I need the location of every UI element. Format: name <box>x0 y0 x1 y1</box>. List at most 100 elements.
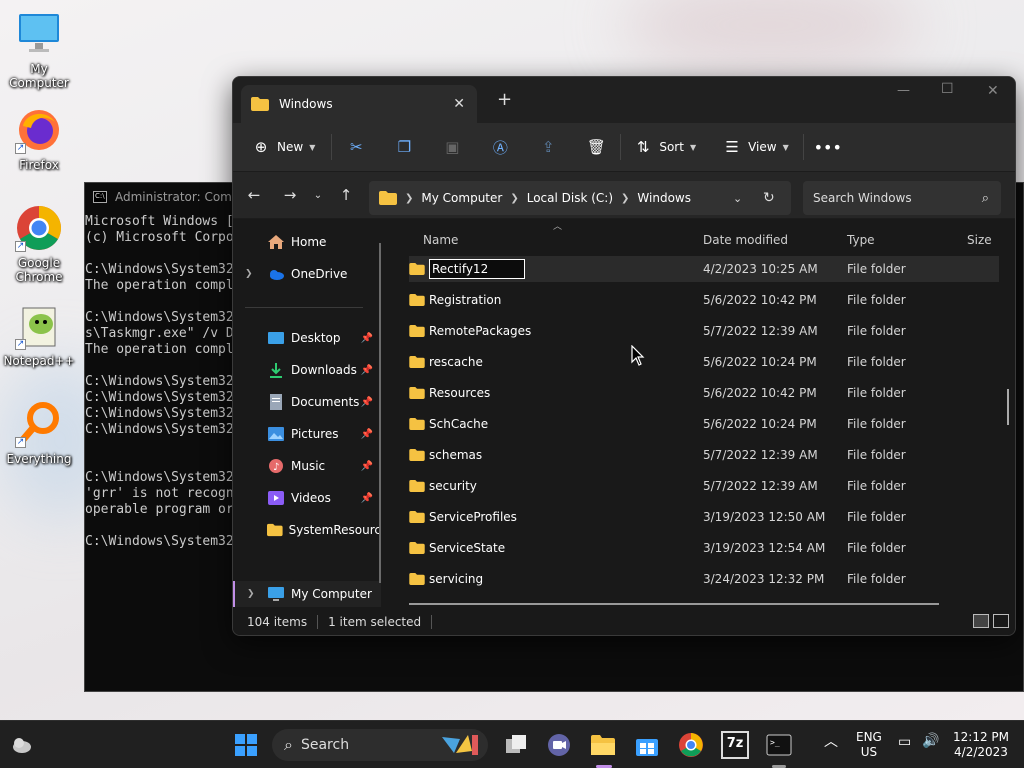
toolbar-divider <box>802 134 804 160</box>
delete-icon[interactable]: 🗑 <box>586 137 606 157</box>
address-dropdown-icon[interactable]: ⌄ <box>733 192 742 205</box>
tab-windows[interactable]: Windows ✕ <box>241 85 477 123</box>
table-row[interactable]: security 5/7/2022 12:39 AM File folder <box>409 473 999 499</box>
nav-item-home[interactable]: Home <box>233 229 381 255</box>
rename-icon[interactable]: Ⓐ <box>490 137 510 157</box>
desktop-icon-notepadpp[interactable]: ↗ Notepad++ <box>1 302 77 368</box>
taskbar-search[interactable]: ⌕ Search <box>272 729 488 761</box>
share-icon[interactable]: ⇪ <box>538 137 558 157</box>
table-row[interactable]: servicing 3/24/2023 12:32 PM File folder <box>409 566 999 592</box>
pin-icon[interactable]: 📌 <box>361 397 373 408</box>
explorer-body: Home ❯ OneDrive Desktop 📌 Downloads 📌 Do… <box>233 221 1015 609</box>
row-date: 3/24/2023 12:32 PM <box>703 572 825 586</box>
file-explorer-taskbar-icon[interactable] <box>589 731 617 759</box>
forward-arrow-icon[interactable]: → <box>275 186 305 204</box>
horizontal-scrollbar[interactable] <box>409 603 939 605</box>
pin-icon[interactable]: 📌 <box>361 333 373 344</box>
column-header-size[interactable]: Size <box>967 233 992 247</box>
clock[interactable]: 12:12 PM 4/2/2023 <box>952 730 1010 760</box>
recent-locations-chevron-icon[interactable]: ⌄ <box>305 190 331 201</box>
terminal-icon[interactable]: >_ <box>765 731 793 759</box>
nav-item-systemresources[interactable]: SystemResourc <box>233 517 381 543</box>
nav-item-desktop[interactable]: Desktop 📌 <box>233 325 381 351</box>
new-tab-icon[interactable]: + <box>497 89 512 110</box>
file-explorer-window[interactable]: Windows ✕ + — ☐ ✕ ⊕ New ▼ ✂ ❐ ▣ Ⓐ ⇪ 🗑 ⇅ … <box>232 76 1016 636</box>
nav-item-videos[interactable]: Videos 📌 <box>233 485 381 511</box>
new-button[interactable]: ⊕ New ▼ <box>251 137 316 157</box>
refresh-icon[interactable]: ↻ <box>763 190 775 206</box>
table-row[interactable]: Rectify12 4/2/2023 10:25 AM File folder <box>409 256 999 282</box>
row-type: File folder <box>847 355 906 369</box>
column-header-date[interactable]: Date modified <box>703 233 788 247</box>
breadcrumb-windows[interactable]: Windows <box>637 191 691 205</box>
table-row[interactable]: rescache 5/6/2022 10:24 PM File folder <box>409 349 999 375</box>
expand-chevron-icon[interactable]: ❯ <box>247 589 267 599</box>
pin-icon[interactable]: 📌 <box>361 429 373 440</box>
task-view-icon[interactable] <box>502 731 530 759</box>
nav-item-pictures[interactable]: Pictures 📌 <box>233 421 381 447</box>
folder-icon <box>409 294 425 306</box>
nav-item-music[interactable]: ♪ Music 📌 <box>233 453 381 479</box>
table-row[interactable]: ServiceState 3/19/2023 12:54 AM File fol… <box>409 535 999 561</box>
address-bar[interactable]: ❯ My Computer ❯ Local Disk (C:) ❯ Window… <box>369 181 791 215</box>
table-row[interactable]: Resources 5/6/2022 10:42 PM File folder <box>409 380 999 406</box>
back-arrow-icon[interactable]: ← <box>239 186 269 204</box>
column-header-type[interactable]: Type <box>847 233 875 247</box>
table-row[interactable]: Registration 5/6/2022 10:42 PM File fold… <box>409 287 999 313</box>
sort-icon: ⇅ <box>637 138 650 156</box>
volume-icon[interactable]: 🔊 <box>922 734 939 749</box>
sort-button[interactable]: ⇅ Sort ▼ <box>633 137 696 157</box>
store-icon[interactable] <box>633 731 661 759</box>
7zip-icon[interactable]: 7z <box>721 731 749 759</box>
rename-input[interactable]: Rectify12 <box>429 259 525 279</box>
paste-icon[interactable]: ▣ <box>442 137 462 157</box>
windows-start-icon[interactable] <box>232 731 260 759</box>
toolbar-divider <box>620 134 622 160</box>
pin-icon[interactable]: 📌 <box>361 461 373 472</box>
vertical-scrollbar[interactable] <box>1007 389 1009 425</box>
view-button[interactable]: ☰ View ▼ <box>722 137 788 157</box>
language-indicator[interactable]: ENG US <box>856 730 882 760</box>
expand-chevron-icon[interactable]: ❯ <box>245 269 267 279</box>
chat-icon[interactable] <box>545 731 573 759</box>
search-box[interactable]: Search Windows ⌕ <box>803 181 1001 215</box>
weather-icon[interactable] <box>8 731 36 759</box>
desktop-icon-chrome[interactable]: ↗ Google Chrome <box>1 204 77 284</box>
desktop-icon-firefox[interactable]: ↗ Firefox <box>1 106 77 172</box>
search-highlight-icon <box>442 735 478 755</box>
navigation-pane: Home ❯ OneDrive Desktop 📌 Downloads 📌 Do… <box>233 221 383 609</box>
nav-label: Home <box>291 235 327 249</box>
nav-scrollbar[interactable] <box>379 243 381 583</box>
table-row[interactable]: schemas 5/7/2022 12:39 AM File folder <box>409 442 999 468</box>
copy-icon[interactable]: ❐ <box>394 137 414 157</box>
7zip-label: 7z <box>726 736 744 751</box>
maximize-icon[interactable]: ☐ <box>941 81 954 97</box>
folder-icon <box>409 418 425 430</box>
table-row[interactable]: SchCache 5/6/2022 10:24 PM File folder <box>409 411 999 437</box>
table-row[interactable]: RemotePackages 5/7/2022 12:39 AM File fo… <box>409 318 999 344</box>
breadcrumb-my-computer[interactable]: My Computer <box>421 191 502 205</box>
close-window-icon[interactable]: ✕ <box>987 83 999 99</box>
pin-icon[interactable]: 📌 <box>361 493 373 504</box>
nav-item-documents[interactable]: Documents 📌 <box>233 389 381 415</box>
desktop-icon-everything[interactable]: ↗ Everything <box>1 400 77 466</box>
more-options-icon[interactable]: ••• <box>814 137 842 157</box>
nav-item-my-computer[interactable]: ❯ My Computer <box>233 581 381 607</box>
nav-item-onedrive[interactable]: ❯ OneDrive <box>233 261 381 287</box>
tiles-view-icon[interactable] <box>993 614 1009 628</box>
close-tab-icon[interactable]: ✕ <box>453 96 465 112</box>
minimize-icon[interactable]: — <box>897 83 910 98</box>
table-row[interactable]: ServiceProfiles 3/19/2023 12:50 AM File … <box>409 504 999 530</box>
column-header-name[interactable]: Name <box>423 233 458 247</box>
nav-item-downloads[interactable]: Downloads 📌 <box>233 357 381 383</box>
chrome-taskbar-icon[interactable] <box>677 731 705 759</box>
show-hidden-icons-chevron-icon[interactable]: ︿ <box>824 735 838 750</box>
up-arrow-icon[interactable]: ↑ <box>331 186 361 204</box>
cut-icon[interactable]: ✂ <box>346 137 366 157</box>
pin-icon[interactable]: 📌 <box>361 365 373 376</box>
nav-label: My Computer <box>291 587 372 601</box>
details-view-icon[interactable] <box>973 614 989 628</box>
network-icon[interactable]: ▭ <box>898 735 911 750</box>
breadcrumb-local-disk[interactable]: Local Disk (C:) <box>527 191 613 205</box>
desktop-icon-my-computer[interactable]: My Computer <box>1 10 77 90</box>
